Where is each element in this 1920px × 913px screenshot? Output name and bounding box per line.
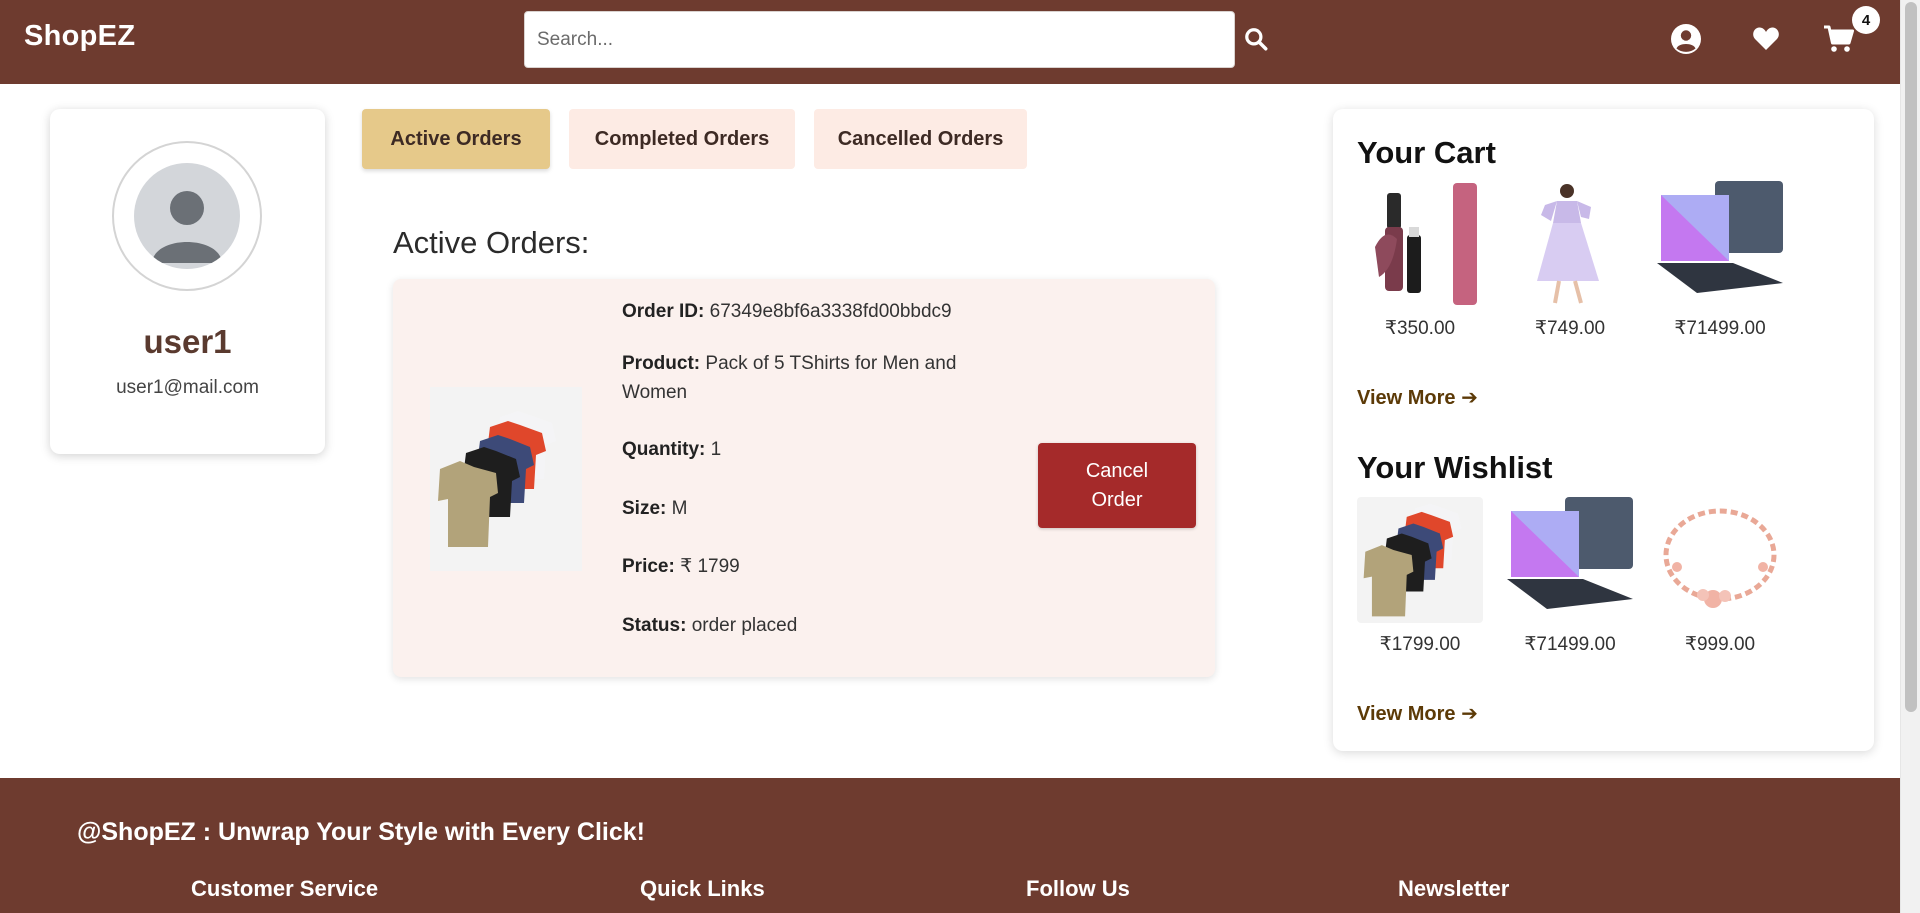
profile-card: user1 user1@mail.com <box>50 109 325 454</box>
order-size-row: Size: M <box>622 494 982 523</box>
search-input[interactable] <box>525 12 1234 67</box>
order-status-row: Status: order placed <box>622 611 982 640</box>
order-status-label: Status: <box>622 615 687 636</box>
default-avatar-icon <box>152 191 222 263</box>
tab-completed-orders[interactable]: Completed Orders <box>569 109 795 169</box>
footer: @ShopEZ : Unwrap Your Style with Every C… <box>0 778 1900 913</box>
order-id-label: Order ID: <box>622 301 705 322</box>
laptop-image <box>1657 181 1783 293</box>
order-price-row: Price: ₹ 1799 <box>622 552 982 581</box>
order-status-value: order placed <box>691 615 798 636</box>
cancel-order-button[interactable]: Cancel Order <box>1038 443 1196 528</box>
wishlist-title: Your Wishlist <box>1357 450 1553 485</box>
search-button[interactable] <box>1243 26 1269 52</box>
search-box <box>524 11 1235 68</box>
footer-heading-customer-service: Customer Service <box>191 876 379 901</box>
tshirts-image <box>438 411 556 547</box>
bracelet-image <box>1663 508 1777 608</box>
cart-item-image[interactable] <box>1507 181 1633 307</box>
order-product-label: Product: <box>622 353 701 374</box>
footer-tagline: @ShopEZ : Unwrap Your Style with Every C… <box>77 818 646 846</box>
tab-active-orders[interactable]: Active Orders <box>362 109 550 169</box>
order-size-value: M <box>671 498 688 519</box>
cart-item-image[interactable] <box>1657 181 1783 307</box>
cart-count-badge: 4 <box>1852 6 1880 34</box>
cart-wishlist-panel: Your Cart ₹350.00 ₹749.00 ₹71499.00 View… <box>1333 109 1874 751</box>
orders-section-title: Active Orders: <box>393 225 590 260</box>
cart-item-price: ₹749.00 <box>1534 318 1606 339</box>
cart-item-price: ₹350.00 <box>1384 318 1456 339</box>
wishlist-item-price: ₹999.00 <box>1684 634 1756 655</box>
scrollbar-thumb[interactable] <box>1905 2 1917 712</box>
order-quantity-row: Quantity: 1 <box>622 435 982 464</box>
cart-view-more-link[interactable]: View More ➔ <box>1357 385 1478 410</box>
laptop-image <box>1507 497 1633 609</box>
avatar-frame <box>112 141 262 291</box>
cart-button[interactable] <box>1823 24 1855 54</box>
order-price-value: ₹ 1799 <box>680 556 740 577</box>
top-navbar: ShopEZ 4 <box>0 0 1900 84</box>
profile-email: user1@mail.com <box>116 377 259 398</box>
wishlist-item-image[interactable] <box>1657 497 1783 623</box>
order-size-label: Size: <box>622 498 667 519</box>
footer-heading-follow-us: Follow Us <box>1026 876 1130 901</box>
footer-heading-newsletter: Newsletter <box>1398 876 1510 901</box>
cart-item-price: ₹71499.00 <box>1674 318 1766 339</box>
cart-title: Your Cart <box>1357 135 1496 170</box>
order-price-label: Price: <box>622 556 675 577</box>
order-product-row: Product: Pack of 5 TShirts for Men and W… <box>622 349 982 407</box>
profile-username: user1 <box>143 323 232 360</box>
brand-logo[interactable]: ShopEZ <box>24 20 135 53</box>
dress-image <box>1537 184 1599 304</box>
user-circle-icon <box>1671 24 1701 54</box>
cart-icon <box>1824 25 1854 52</box>
cart-item-image[interactable] <box>1357 181 1483 307</box>
tab-cancelled-orders[interactable]: Cancelled Orders <box>814 109 1027 169</box>
wishlist-item-price: ₹71499.00 <box>1524 634 1616 655</box>
lipstick-image <box>1375 183 1477 305</box>
order-id-row: Order ID: 67349e8bf6a3338fd00bbdc9 <box>622 297 1042 326</box>
tshirts-image <box>1363 503 1462 617</box>
footer-heading-quick-links: Quick Links <box>640 876 765 901</box>
wishlist-item-image[interactable] <box>1357 497 1483 623</box>
search-icon <box>1245 28 1268 51</box>
wishlist-button[interactable] <box>1752 26 1780 52</box>
order-product-image <box>430 387 582 571</box>
heart-icon <box>1753 27 1779 50</box>
cancel-order-label: Cancel Order <box>1085 459 1149 511</box>
order-id-value: 67349e8bf6a3338fd00bbdc9 <box>709 301 952 322</box>
profile-button[interactable] <box>1670 23 1702 55</box>
order-quantity-label: Quantity: <box>622 439 706 460</box>
order-quantity-value: 1 <box>710 439 722 460</box>
wishlist-item-price: ₹1799.00 <box>1379 634 1461 655</box>
avatar <box>134 163 240 269</box>
order-card: Order ID: 67349e8bf6a3338fd00bbdc9 Produ… <box>393 279 1215 677</box>
wishlist-item-image[interactable] <box>1507 497 1633 623</box>
wishlist-view-more-link[interactable]: View More ➔ <box>1357 701 1478 726</box>
page-scrollbar[interactable] <box>1900 0 1920 913</box>
